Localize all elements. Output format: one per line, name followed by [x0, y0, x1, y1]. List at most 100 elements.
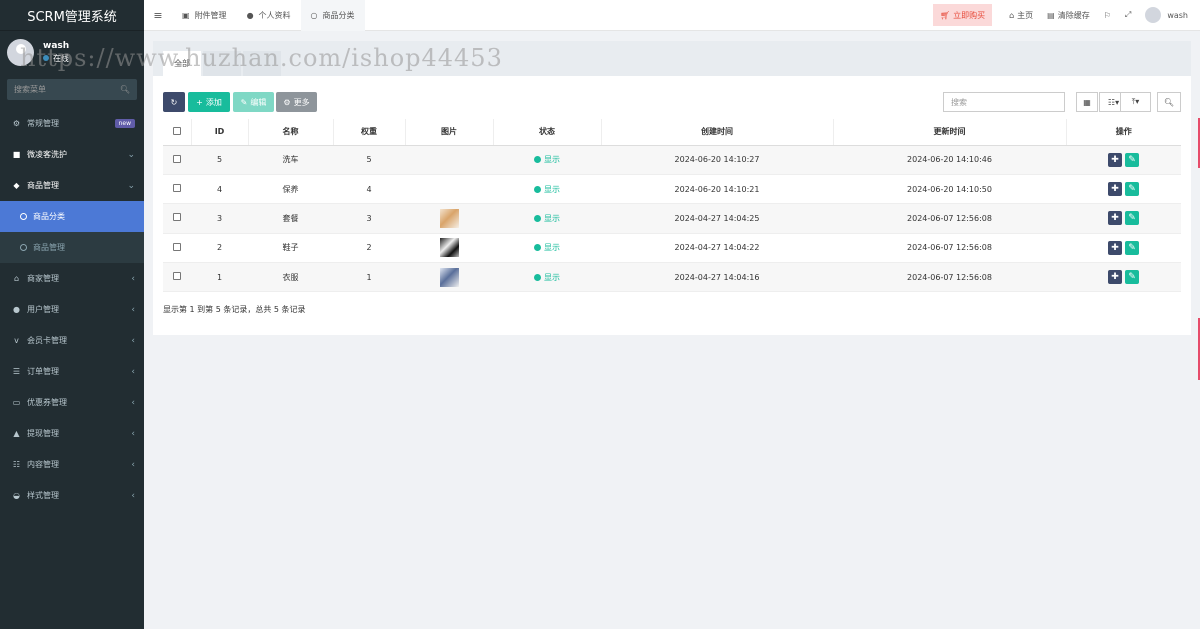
thumbnail-image[interactable] — [439, 238, 459, 258]
drag-move-icon[interactable]: ✚ — [1108, 240, 1122, 255]
sidebar-toggle-icon[interactable]: ≡ — [144, 0, 172, 31]
sidebar-item-membercard[interactable]: v 会员卡管理 ‹ — [0, 325, 144, 356]
edit-row-icon[interactable]: ✎ — [1125, 270, 1139, 285]
select-all-checkbox[interactable] — [163, 119, 192, 146]
tab-all[interactable]: 全部 — [163, 51, 201, 76]
table-row[interactable]: 2 鞋子 2 显示 2024-04-27 14:04:22 2024-06-07… — [163, 233, 1181, 264]
cell-weight: 3 — [333, 203, 405, 234]
sidebar-item-coupons[interactable]: ▭ 优惠券管理 ‹ — [0, 387, 144, 418]
tab-profile[interactable]: ● 个人资料 — [237, 0, 301, 31]
row-checkbox[interactable] — [173, 242, 181, 251]
table-search-input[interactable]: 搜索 — [943, 92, 1065, 112]
car-icon: ▲ — [13, 429, 20, 438]
app-title[interactable]: SCRM管理系统 — [0, 0, 144, 31]
sidebar-item-goods-manage[interactable]: 商品管理 — [0, 232, 144, 263]
sidebar-item-styles[interactable]: ◒ 样式管理 ‹ — [0, 480, 144, 511]
row-checkbox[interactable] — [173, 154, 181, 163]
chevron-left-icon: ‹ — [131, 273, 135, 284]
user-menu[interactable]: wash — [1138, 7, 1200, 23]
list-icon: ☰ — [12, 367, 21, 376]
table-row[interactable]: 3 套餐 3 显示 2024-04-27 14:04:25 2024-06-07… — [163, 203, 1181, 234]
chevron-left-icon: ‹ — [131, 335, 135, 346]
th-icon: ☷▾ — [1107, 97, 1120, 107]
cell-status[interactable]: 显示 — [493, 145, 601, 175]
export-button[interactable]: ⤒▾ — [1120, 92, 1151, 112]
tab-attachments[interactable]: ▣ 附件管理 — [172, 0, 237, 31]
more-button[interactable]: ⚙ 更多 — [276, 92, 317, 112]
col-id[interactable]: ID — [191, 119, 249, 146]
toggle-view-button[interactable]: ▦ — [1076, 92, 1098, 112]
edit-button[interactable]: ✎ 编辑 — [233, 92, 274, 112]
col-updated[interactable]: 更新时间 — [833, 119, 1067, 146]
sidebar-item-general[interactable]: ⚙ 常规管理 new — [0, 108, 144, 139]
table-row[interactable]: 4 保养 4 显示 2024-06-20 14:10:21 2024-06-20… — [163, 174, 1181, 205]
cell-image[interactable] — [405, 262, 493, 293]
tab-secondary[interactable] — [203, 51, 241, 76]
sidebar-item-washcare[interactable]: ■ 微凌客洗护 ⌄ — [0, 139, 144, 170]
cell-updated: 2024-06-07 12:56:08 — [833, 203, 1066, 234]
cell-actions: ✚ ✎ — [1066, 145, 1181, 175]
cell-image[interactable] — [405, 233, 493, 264]
edit-row-icon[interactable]: ✎ — [1125, 211, 1139, 226]
col-weight[interactable]: 权重 — [333, 119, 406, 146]
tab-goods-category[interactable]: ○ 商品分类 — [300, 0, 365, 31]
fullscreen-icon[interactable]: ⤢ — [1118, 10, 1138, 20]
cell-status[interactable]: 显示 — [493, 262, 601, 293]
col-name[interactable]: 名称 — [248, 119, 334, 146]
main-panel: 全部 ↻ + 添加 ✎ 编辑 ⚙ 更多 搜索 ▦ ☷▾ ⤒▾ 🔍︎ ID 名称 权重 … — [153, 41, 1191, 335]
cell-created: 2024-04-27 14:04:16 — [601, 262, 833, 293]
cell-updated: 2024-06-20 14:10:50 — [833, 174, 1066, 205]
col-status[interactable]: 状态 — [493, 119, 602, 146]
drag-move-icon[interactable]: ✚ — [1108, 152, 1122, 167]
cell-actions: ✚ ✎ — [1066, 174, 1181, 205]
sidebar-item-goods-category[interactable]: 商品分类 — [0, 201, 144, 232]
cell-updated: 2024-06-20 14:10:46 — [833, 145, 1066, 175]
refresh-button[interactable]: ↻ — [163, 92, 185, 112]
table-row[interactable]: 5 洗车 5 显示 2024-06-20 14:10:27 2024-06-20… — [163, 145, 1181, 175]
row-checkbox[interactable] — [173, 213, 181, 222]
edit-row-icon[interactable]: ✎ — [1125, 182, 1139, 197]
sidebar-item-orders[interactable]: ☰ 订单管理 ‹ — [0, 356, 144, 387]
advanced-search-button[interactable]: 🔍︎ — [1157, 92, 1181, 112]
tachometer-icon: ◒ — [13, 491, 20, 500]
cell-weight: 2 — [333, 233, 405, 264]
drag-move-icon[interactable]: ✚ — [1108, 211, 1122, 226]
clear-cache-button[interactable]: ▤ 清除缓存 — [1040, 10, 1097, 21]
vimeo-icon: v — [14, 336, 19, 345]
cell-status[interactable]: 显示 — [493, 174, 601, 205]
sitemap-icon: ☷ — [12, 460, 21, 469]
drag-move-icon[interactable]: ✚ — [1108, 182, 1122, 197]
cell-status[interactable]: 显示 — [493, 203, 601, 234]
thumbnail-image[interactable] — [439, 208, 459, 228]
avatar[interactable] — [7, 38, 34, 66]
cell-image[interactable] — [405, 203, 493, 234]
cell-updated: 2024-06-07 12:56:08 — [833, 233, 1066, 264]
status-dot-icon — [534, 214, 541, 222]
buy-now-button[interactable]: 🛒︎ 立即购买 — [932, 4, 993, 26]
drag-move-icon[interactable]: ✚ — [1108, 270, 1122, 285]
tab-tertiary[interactable] — [243, 51, 281, 76]
language-icon[interactable]: ⚐ — [1097, 11, 1118, 20]
circle-icon: ○ — [310, 10, 318, 20]
file-image-icon: ▣ — [182, 10, 190, 20]
col-created[interactable]: 创建时间 — [601, 119, 834, 146]
circle-icon — [20, 213, 27, 220]
row-checkbox[interactable] — [173, 184, 181, 193]
cell-status[interactable]: 显示 — [493, 233, 601, 264]
menu-search-input[interactable]: 搜索菜单 🔍︎ — [7, 79, 137, 100]
thumbnail-image[interactable] — [439, 267, 459, 287]
sidebar-item-goods[interactable]: ◆ 商品管理 ⌄ — [0, 170, 144, 201]
sidebar-item-merchant[interactable]: ⌂ 商家管理 ‹ — [0, 263, 144, 294]
search-icon[interactable]: 🔍︎ — [120, 85, 130, 94]
add-button[interactable]: + 添加 — [188, 92, 230, 112]
cogs-icon: ⚙ — [12, 119, 21, 128]
edit-row-icon[interactable]: ✎ — [1125, 152, 1139, 167]
sidebar-item-users[interactable]: ● 用户管理 ‹ — [0, 294, 144, 325]
edit-row-icon[interactable]: ✎ — [1125, 240, 1139, 255]
circle-icon — [20, 244, 27, 251]
sidebar-item-withdraw[interactable]: ▲ 提现管理 ‹ — [0, 418, 144, 449]
sidebar-item-content[interactable]: ☷ 内容管理 ‹ — [0, 449, 144, 480]
table-row[interactable]: 1 衣服 1 显示 2024-04-27 14:04:16 2024-06-07… — [163, 262, 1181, 293]
home-link[interactable]: ⌂ 主页 — [1002, 10, 1040, 21]
row-checkbox[interactable] — [173, 272, 181, 281]
